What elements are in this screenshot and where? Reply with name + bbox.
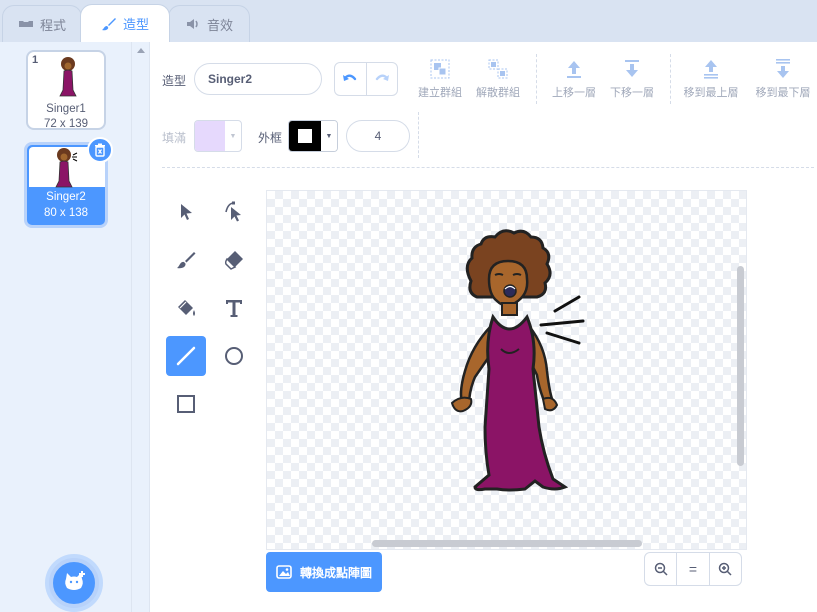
costume-list: 1 Singer1 72 x 139 2 Singer2 80 x 138: [0, 42, 132, 612]
line-tool[interactable]: [166, 336, 206, 376]
rectangle-icon: [177, 395, 195, 413]
fill-color-picker[interactable]: ▼: [194, 120, 242, 152]
bring-to-front-icon: [704, 60, 718, 79]
costume-name: Singer1: [46, 103, 86, 115]
costume-size: 80 x 138: [43, 207, 89, 219]
circle-icon: [225, 347, 243, 365]
costume-size: 72 x 139: [43, 118, 89, 130]
tab-sounds[interactable]: 音效: [168, 5, 250, 42]
circle-tool[interactable]: [214, 336, 254, 376]
send-to-back-icon: [776, 59, 790, 78]
select-tool[interactable]: [166, 192, 206, 232]
costume-index: 1: [32, 54, 39, 66]
paintbrush-icon: [101, 17, 116, 30]
tab-costumes[interactable]: 造型: [80, 4, 170, 42]
redo-icon: [375, 74, 389, 81]
toolbar-separator: [536, 54, 537, 104]
costume-index: 2: [31, 147, 38, 159]
zoom-out-button[interactable]: [645, 553, 676, 585]
paint-bucket-icon: [178, 300, 195, 316]
list-scroll-gutter: [132, 42, 150, 612]
rectangle-tool[interactable]: [166, 384, 206, 424]
fill-color-swatch: [195, 121, 225, 151]
group-icon: [430, 59, 450, 79]
costume-item-singer2[interactable]: 2 Singer2 80 x 138: [24, 137, 113, 228]
delete-costume-button[interactable]: [87, 137, 113, 163]
paint-editor: 造型 Singer2 建立群組 解散群組 上移一層 下移一層 移到最上層 移到最…: [150, 42, 817, 612]
backward-button[interactable]: 下移一層: [602, 58, 662, 100]
outline-width-input[interactable]: 4: [346, 120, 410, 152]
zoom-in-button[interactable]: [708, 553, 741, 585]
dropdown-arrow-icon: ▼: [321, 121, 337, 151]
text-tool[interactable]: [214, 288, 254, 328]
toolbar-divider: [162, 167, 814, 168]
speaker-icon: [186, 19, 198, 29]
undo-icon: [343, 74, 357, 81]
undo-button[interactable]: [335, 63, 367, 95]
canvas-horizontal-scrollbar[interactable]: [372, 540, 642, 547]
costume-item-singer1[interactable]: 1 Singer1 72 x 139: [26, 50, 106, 130]
cat-plus-icon: [65, 571, 85, 590]
outline-color-picker[interactable]: ▼: [288, 120, 338, 152]
text-t-icon: [226, 300, 242, 317]
toolbar-separator: [670, 54, 671, 104]
zoom-reset-button[interactable]: =: [676, 553, 708, 585]
fill-label: 填滿: [162, 131, 187, 145]
arrow-down-icon: [625, 60, 639, 77]
line-icon: [176, 346, 196, 366]
outline-label: 外框: [258, 131, 283, 145]
zoom-in-icon: [719, 562, 732, 576]
reshape-tool[interactable]: [214, 192, 254, 232]
tab-code[interactable]: 程式: [2, 5, 82, 42]
redo-button[interactable]: [367, 63, 398, 95]
singer-costume-drawing: [450, 229, 585, 492]
outline-color-swatch: [289, 121, 321, 151]
ungroup-button[interactable]: 解散群組: [468, 58, 528, 100]
costume-thumbnail: [55, 148, 78, 188]
back-button[interactable]: 移到最下層: [748, 58, 817, 100]
arrow-pointer-icon: [181, 204, 192, 220]
editor-tabs: 程式 造型 音效: [0, 0, 817, 42]
group-button[interactable]: 建立群組: [410, 58, 470, 100]
code-blocks-icon: [18, 21, 33, 27]
ungroup-icon: [488, 59, 508, 79]
front-button[interactable]: 移到最上層: [676, 58, 746, 100]
forward-button[interactable]: 上移一層: [544, 58, 604, 100]
drawing-canvas[interactable]: [266, 190, 747, 550]
canvas-vertical-scrollbar[interactable]: [737, 266, 744, 466]
fill-tool[interactable]: [166, 288, 206, 328]
add-costume-button[interactable]: [49, 558, 99, 608]
scroll-up-arrow-icon[interactable]: [137, 48, 145, 53]
trash-icon: [95, 143, 105, 157]
costume-name-input[interactable]: Singer2: [194, 63, 322, 95]
image-icon: [276, 565, 292, 579]
zoom-out-icon: [654, 562, 668, 576]
toolbar-separator: [418, 112, 419, 158]
undo-redo-group: [334, 62, 398, 96]
costume-name-label: 造型: [162, 74, 187, 88]
eraser-tool[interactable]: [214, 240, 254, 280]
brush-tool[interactable]: [166, 240, 206, 280]
arrow-up-icon: [567, 61, 581, 78]
brush-icon: [177, 252, 196, 269]
dropdown-arrow-icon: ▼: [229, 132, 237, 140]
reshape-pointer-icon: [225, 201, 241, 222]
zoom-controls: =: [644, 552, 742, 586]
eraser-icon: [224, 251, 243, 270]
costume-thumbnail: [59, 57, 77, 97]
convert-to-bitmap-button[interactable]: 轉換成點陣圖: [266, 552, 382, 592]
costume-name: Singer2: [46, 191, 86, 203]
